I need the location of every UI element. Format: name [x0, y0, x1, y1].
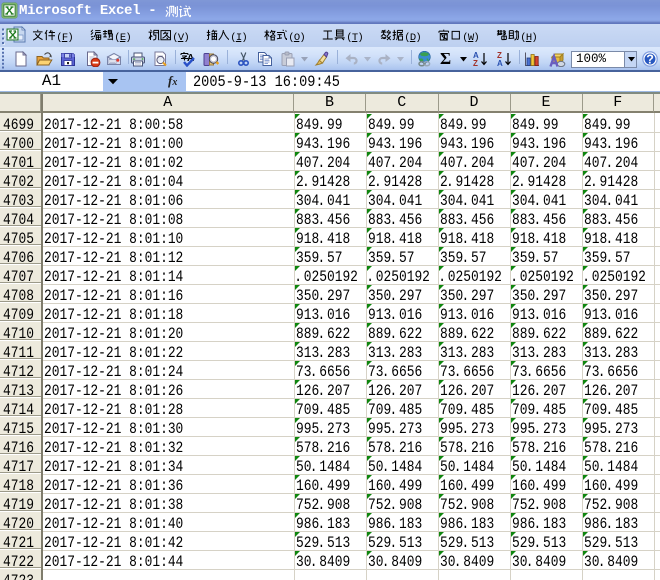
svg-text:Z: Z [473, 59, 478, 67]
svg-text:?: ? [646, 53, 654, 67]
svg-text:A: A [497, 59, 503, 67]
